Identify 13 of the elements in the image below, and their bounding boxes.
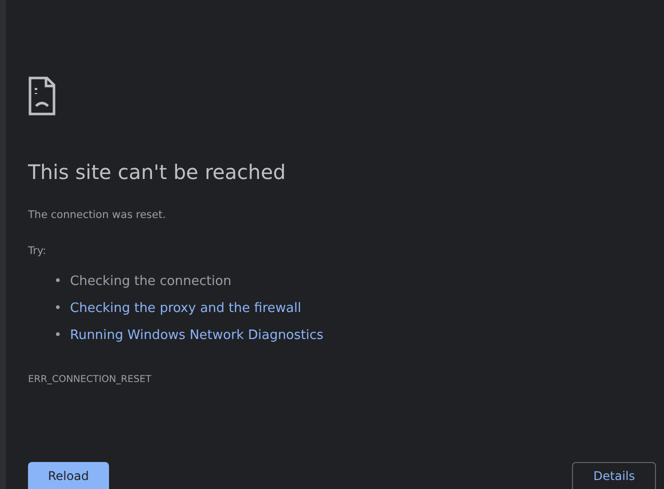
reload-button[interactable]: Reload — [28, 462, 109, 489]
error-message: The connection was reset. — [28, 208, 167, 223]
error-heading: This site can't be reached — [28, 160, 287, 184]
details-button[interactable]: Details — [572, 462, 656, 489]
suggestion-text: Checking the connection — [70, 274, 232, 288]
bullet: • — [54, 272, 63, 290]
suggestion-link[interactable]: Checking the proxy and the firewall — [70, 300, 302, 316]
suggestions-label: Try: — [28, 244, 48, 259]
suggestion-link[interactable]: Running Windows Network Diagnostics — [70, 328, 324, 342]
error-code: ERR_CONNECTION_RESET — [28, 372, 152, 386]
bullet: • — [54, 300, 63, 318]
bullet: • — [54, 326, 63, 344]
sad-page-icon — [28, 76, 56, 116]
